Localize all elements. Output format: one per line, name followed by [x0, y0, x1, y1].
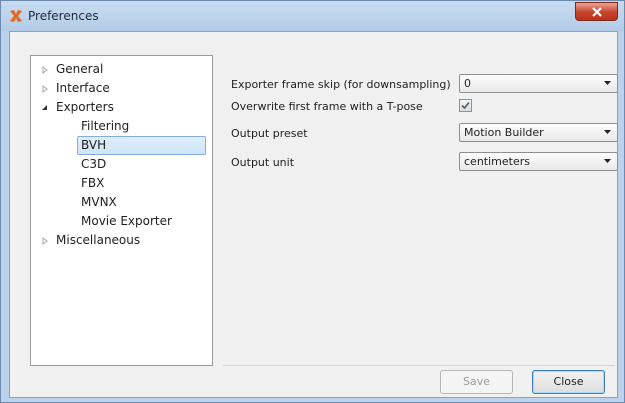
tree-item-label: Exporters [56, 100, 114, 114]
overwrite-tpose-label: Overwrite first frame with a T-pose [231, 100, 423, 113]
overwrite-tpose-checkbox[interactable] [459, 99, 472, 112]
tree-item-bvh[interactable]: BVH [77, 136, 206, 155]
tree-item-label: Movie Exporter [81, 214, 172, 228]
tree-item-filtering[interactable]: Filtering [79, 117, 207, 136]
tree-item-label: General [56, 62, 104, 76]
frame-skip-select[interactable]: 0 [459, 74, 618, 93]
tree-item-interface[interactable]: Interface [39, 79, 209, 98]
tree-item-label: Miscellaneous [56, 233, 141, 247]
expand-arrow-icon[interactable] [41, 66, 49, 74]
output-preset-label: Output preset [231, 127, 308, 140]
close-button[interactable]: Close [532, 370, 605, 394]
checkmark-icon [461, 101, 470, 110]
frame-skip-value: 0 [464, 77, 471, 90]
frame-skip-label: Exporter frame skip (for downsampling) [231, 78, 451, 91]
title-bar[interactable]: Preferences [1, 1, 624, 31]
expand-arrow-icon[interactable] [41, 237, 49, 245]
tree-item-label: Filtering [81, 119, 130, 133]
settings-panel: Exporter frame skip (for downsampling) 0… [223, 55, 618, 366]
chevron-down-icon [604, 130, 611, 134]
preferences-window: Preferences General Interface Exporters … [0, 0, 625, 403]
close-icon [592, 7, 602, 17]
tree-item-mvnx[interactable]: MVNX [79, 193, 207, 212]
window-close-button[interactable] [575, 2, 618, 21]
save-button[interactable]: Save [440, 370, 513, 394]
dialog-body: General Interface Exporters Filtering BV… [9, 31, 618, 398]
category-tree[interactable]: General Interface Exporters Filtering BV… [30, 55, 213, 366]
chevron-down-icon [604, 159, 611, 163]
tree-item-movie-exporter[interactable]: Movie Exporter [79, 212, 207, 231]
tree-item-label: C3D [81, 157, 107, 171]
expand-arrow-icon[interactable] [41, 85, 49, 93]
tree-item-c3d[interactable]: C3D [79, 155, 207, 174]
tree-item-label: Interface [56, 81, 110, 95]
tree-item-fbx[interactable]: FBX [79, 174, 207, 193]
tree-item-label: FBX [81, 176, 105, 190]
window-title: Preferences [28, 9, 99, 23]
output-preset-value: Motion Builder [464, 126, 544, 139]
tree-item-miscellaneous[interactable]: Miscellaneous [39, 231, 209, 250]
tree-item-label: BVH [81, 138, 107, 152]
tree-item-general[interactable]: General [39, 60, 209, 79]
chevron-down-icon [604, 81, 611, 85]
collapse-arrow-icon[interactable] [41, 104, 49, 112]
tree-item-exporters[interactable]: Exporters [39, 98, 209, 117]
output-unit-select[interactable]: centimeters [459, 152, 618, 171]
output-unit-value: centimeters [464, 155, 530, 168]
tree-item-label: MVNX [81, 195, 117, 209]
output-preset-select[interactable]: Motion Builder [459, 123, 618, 142]
output-unit-label: Output unit [231, 156, 295, 169]
app-logo-icon [10, 10, 22, 22]
